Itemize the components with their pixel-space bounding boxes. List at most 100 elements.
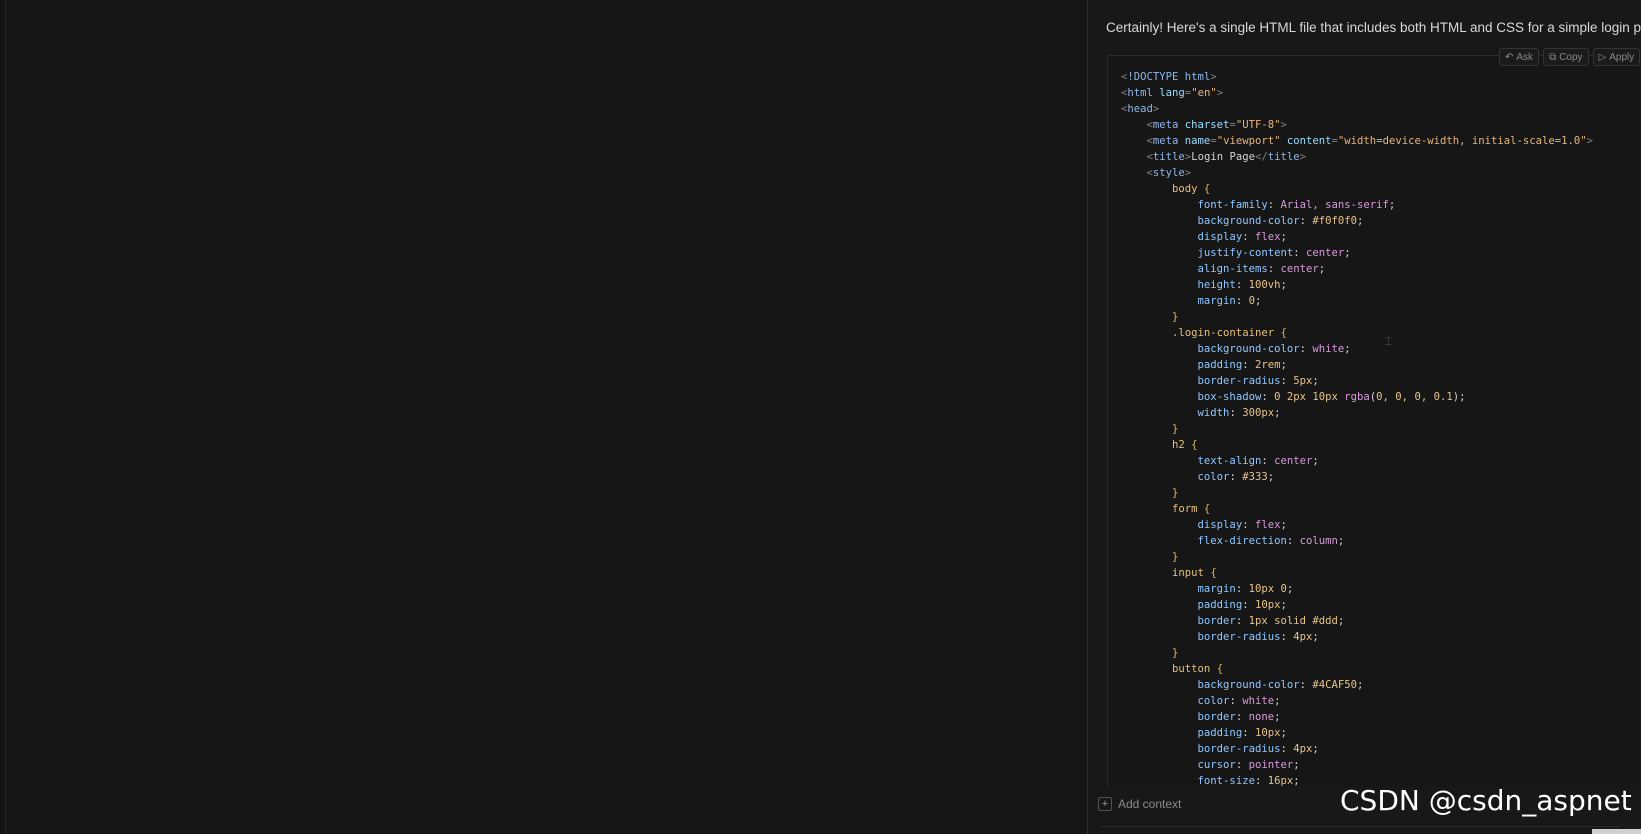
code-token: content — [1286, 135, 1332, 147]
code-token: input — [1172, 567, 1211, 579]
code-line: flex-direction: column; — [1121, 533, 1593, 549]
code-line: text-align: center; — [1121, 453, 1593, 469]
code-token: 100vh — [1248, 279, 1281, 291]
code-token: ; — [1357, 215, 1364, 227]
code-token: 10px — [1254, 599, 1281, 611]
code-line: <head> — [1121, 101, 1593, 117]
code-token: meta — [1152, 135, 1185, 147]
code-line: font-family: Arial, sans-serif; — [1121, 197, 1593, 213]
code-token: flex — [1254, 519, 1281, 531]
code-token: "viewport" — [1216, 135, 1281, 147]
code-token: 2rem — [1254, 359, 1281, 371]
text-cursor-icon: ⌶ — [1385, 334, 1393, 348]
code-token: > — [1152, 103, 1160, 115]
code-token: : — [1242, 231, 1255, 243]
code-line: background-color: white; — [1121, 341, 1593, 357]
code-token: : — [1299, 215, 1313, 227]
code-line: width: 300px; — [1121, 405, 1593, 421]
code-token: Arial, sans-serif — [1280, 199, 1389, 211]
code-token: : — [1235, 615, 1249, 627]
code-line: input { — [1121, 565, 1593, 581]
code-token: 300px — [1242, 407, 1275, 419]
code-token: : — [1242, 359, 1255, 371]
code-token: : — [1254, 775, 1268, 787]
code-token: } — [1172, 647, 1179, 659]
code-token: "en" — [1191, 87, 1217, 99]
code-token: </ — [1254, 151, 1268, 163]
code-token: > — [1184, 167, 1192, 179]
code-token: > — [1586, 135, 1594, 147]
code-token: : — [1261, 391, 1275, 403]
copy-button[interactable]: ⧉ Copy — [1543, 48, 1589, 66]
add-context-button[interactable]: + Add context — [1098, 797, 1181, 811]
code-line: body { — [1121, 181, 1593, 197]
code-token: ; — [1312, 455, 1319, 467]
code-token: button — [1172, 663, 1217, 675]
code-token: ; — [1280, 359, 1287, 371]
code-line: box-shadow: 0 2px 10px rgba(0, 0, 0, 0.1… — [1121, 389, 1593, 405]
code-token: flex — [1254, 231, 1281, 243]
scrollbar[interactable] — [1592, 829, 1641, 834]
code-token: text-align — [1197, 455, 1262, 467]
apply-icon: ▷ — [1598, 51, 1607, 63]
code-token: color — [1197, 695, 1230, 707]
code-token: align-items — [1197, 263, 1268, 275]
code-token: border-radius — [1197, 375, 1281, 387]
code-token: margin — [1197, 583, 1236, 595]
code-token: !DOCTYPE html — [1127, 71, 1211, 83]
chat-input-edge[interactable] — [1100, 826, 1620, 834]
code-token: white — [1312, 343, 1345, 355]
code-token: ; — [1344, 343, 1351, 355]
ask-label: Ask — [1516, 51, 1534, 63]
code-token: { — [1216, 663, 1224, 675]
code-token: : — [1280, 743, 1294, 755]
code-token: : — [1267, 199, 1281, 211]
code-token: : — [1242, 599, 1255, 611]
code-token: font-family — [1197, 199, 1268, 211]
code-line: <title>Login Page</title> — [1121, 149, 1593, 165]
code-content: <!DOCTYPE html> <html lang="en"> <head> <m… — [1121, 69, 1593, 787]
code-token: lang — [1159, 87, 1185, 99]
editor-area[interactable] — [6, 0, 1087, 834]
code-token: ; — [1293, 775, 1300, 787]
apply-button[interactable]: ▷ Apply — [1592, 48, 1641, 66]
code-token: : — [1267, 263, 1281, 275]
code-line: <style> — [1121, 165, 1593, 181]
code-token: ; — [1280, 231, 1287, 243]
ask-button[interactable]: ↶ Ask — [1499, 48, 1540, 66]
code-line: h2 { — [1121, 437, 1593, 453]
code-token: border-radius — [1197, 631, 1281, 643]
code-token: padding — [1197, 727, 1243, 739]
code-token: white — [1242, 695, 1275, 707]
code-token: ; — [1318, 263, 1326, 275]
code-token: display — [1197, 519, 1243, 531]
code-line: border: 1px solid #ddd; — [1121, 613, 1593, 629]
code-token: border-radius — [1197, 743, 1281, 755]
reply-icon: ↶ — [1505, 51, 1514, 63]
code-token: : — [1235, 279, 1249, 291]
code-token: center — [1280, 263, 1319, 275]
code-token: margin — [1197, 295, 1236, 307]
code-token: html — [1127, 87, 1160, 99]
code-token: : — [1299, 679, 1313, 691]
code-token: 0 2px 10px — [1274, 391, 1345, 403]
code-token: 10px 0 — [1248, 583, 1287, 595]
chat-message-text: Certainly! Here's a single HTML file tha… — [1106, 20, 1641, 35]
code-token: title — [1152, 151, 1185, 163]
code-token: > — [1280, 119, 1287, 131]
code-token: 4px — [1293, 743, 1313, 755]
